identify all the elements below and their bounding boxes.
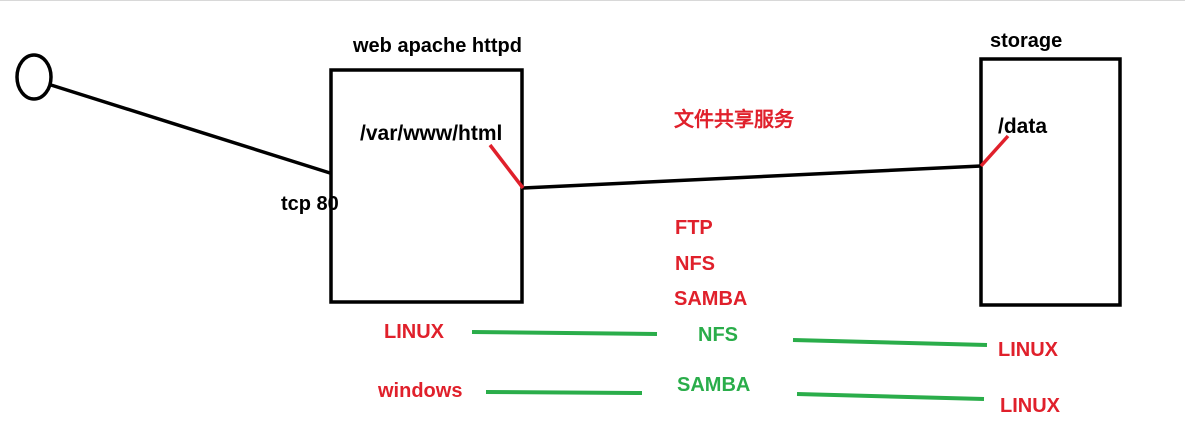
protocol-ftp: FTP: [675, 217, 713, 239]
protocol-samba: SAMBA: [674, 288, 748, 310]
mapping-line-right-2: [796, 392, 985, 401]
mapping-from-1: LINUX: [384, 321, 444, 343]
web-server-title: web apache httpd: [353, 35, 522, 57]
storage-path: /data: [998, 115, 1048, 138]
mapping-line-left-2: [485, 390, 643, 395]
mapping-from-2: windows: [378, 380, 463, 402]
storage-mount-pointer: [979, 134, 1010, 168]
mapping-via-1: NFS: [698, 324, 738, 346]
web-server-path: /var/www/html: [360, 122, 503, 145]
web-server-box: [329, 68, 524, 304]
client-circle-icon: [15, 53, 53, 101]
mapping-via-2: SAMBA: [677, 374, 751, 396]
web-mount-pointer: [488, 143, 525, 190]
mapping-to-1: LINUX: [998, 339, 1058, 361]
protocol-nfs: NFS: [675, 253, 715, 275]
file-sharing-heading: 文件共享服务: [674, 109, 794, 131]
diagram-canvas: web apache httpd /var/www/html storage /…: [0, 0, 1185, 440]
port-label: tcp 80: [281, 193, 339, 215]
storage-title: storage: [990, 30, 1063, 52]
mapping-line-left-1: [471, 330, 658, 336]
web-storage-link-line: [522, 164, 982, 190]
diagram-shapes: [15, 53, 1122, 401]
storage-box: [979, 57, 1122, 307]
client-connection-line: [50, 83, 331, 175]
mapping-to-2: LINUX: [1000, 395, 1060, 417]
mapping-line-right-1: [792, 338, 988, 347]
